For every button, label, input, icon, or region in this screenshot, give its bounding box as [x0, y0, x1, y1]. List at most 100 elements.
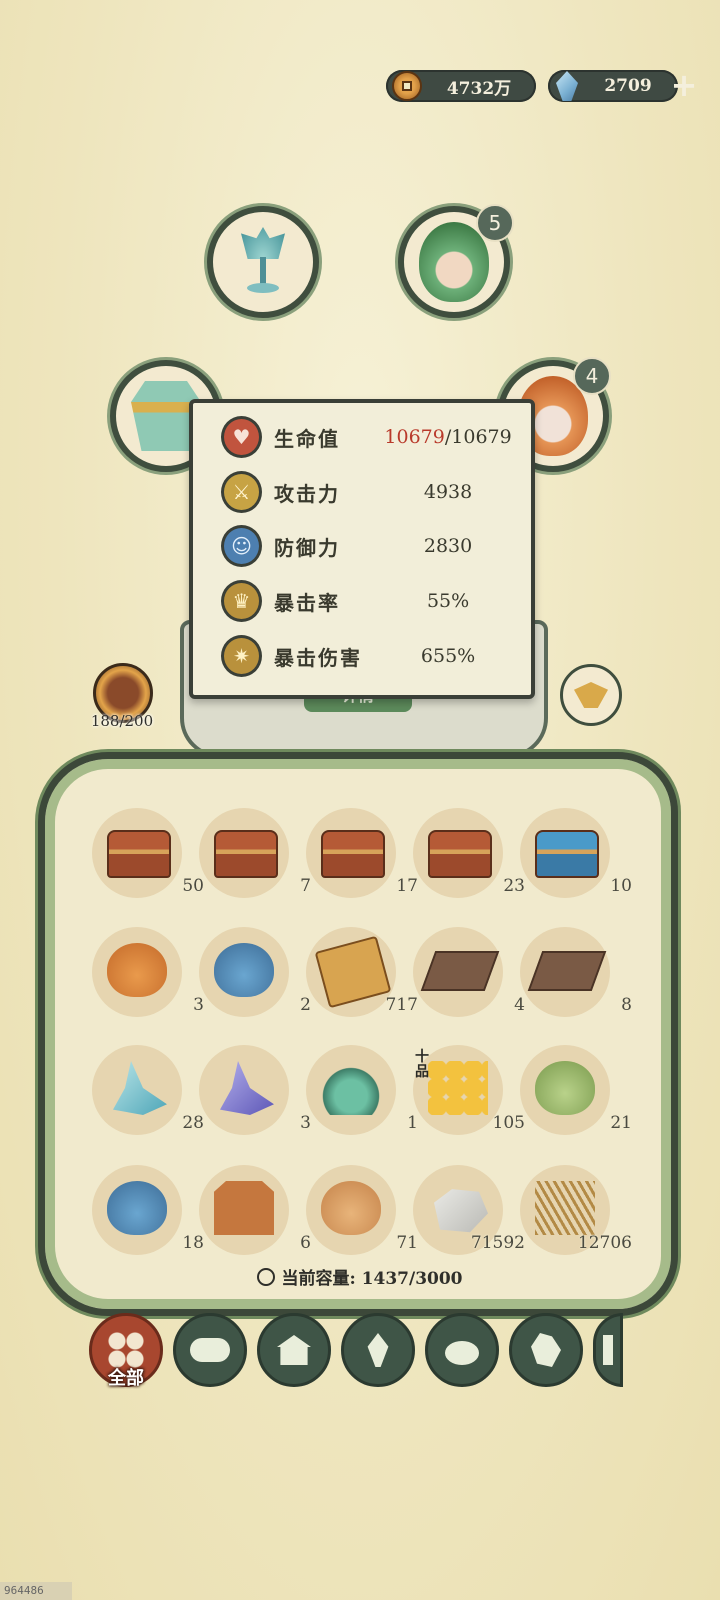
category-building-button[interactable] [257, 1313, 331, 1387]
wooden-tag-icon [214, 1181, 274, 1235]
heart-icon: ♥ [221, 416, 262, 458]
inventory-slot[interactable]: 717 [306, 927, 418, 1017]
inventory-slot[interactable]: 10 [520, 808, 632, 898]
stat-label: 防御力 [274, 535, 340, 560]
category-wood-button[interactable] [173, 1313, 247, 1387]
inventory-slot[interactable]: 71592 [413, 1165, 525, 1255]
inventory-slot[interactable]: 18 [92, 1165, 204, 1255]
golden-insect-icon [574, 682, 608, 708]
item-quantity: 717 [385, 995, 418, 1015]
inventory-slot[interactable]: 6 [199, 1165, 311, 1255]
inventory-slot[interactable]: 8 [520, 927, 632, 1017]
treasure-chest-icon [321, 830, 385, 878]
tan-pouch-icon [321, 1181, 381, 1235]
inventory-slot[interactable]: 2 [199, 927, 311, 1017]
inventory-slot[interactable]: 3 [92, 927, 204, 1017]
grade-tag: 十品 [415, 1049, 429, 1080]
item-quantity: 17 [396, 876, 418, 896]
category-map-button[interactable] [509, 1313, 583, 1387]
inventory-slot[interactable]: 12706 [520, 1165, 632, 1255]
log-icon [190, 1338, 230, 1362]
stat-label: 暴击率 [274, 590, 340, 615]
treasure-chest-icon [428, 830, 492, 878]
fire-spirit-count-badge: 4 [573, 357, 611, 395]
treasure-chest-icon [107, 830, 171, 878]
house-icon [277, 1335, 311, 1365]
item-quantity: 12706 [577, 1233, 632, 1253]
clover-icon [108, 1332, 144, 1368]
stone-icon [434, 1189, 488, 1233]
spoon-board-icon [420, 951, 500, 991]
category-all-label: 全部 [108, 1368, 144, 1389]
lotus-lamp-icon [241, 227, 285, 297]
stat-value: 4938 [423, 481, 473, 503]
item-quantity: 28 [182, 1113, 204, 1133]
item-quantity: 71 [396, 1233, 418, 1253]
capacity-icon [257, 1268, 276, 1286]
stat-value: 55% [426, 590, 470, 612]
category-plant-button[interactable] [341, 1313, 415, 1387]
crown-burst-icon: ♛ [221, 580, 262, 622]
capacity-label: 当前容量: [281, 1269, 356, 1289]
inventory-slot[interactable]: 28 [92, 1045, 204, 1135]
inventory-slot[interactable]: 3 [199, 1045, 311, 1135]
item-quantity: 3 [193, 995, 204, 1015]
hp-current: 10679 [384, 426, 445, 448]
cyan-fish-icon [113, 1061, 167, 1115]
capacity-indicator: 当前容量: 1437/3000 [200, 1264, 520, 1289]
spark-burst-icon: ✷ [221, 635, 262, 677]
treasure-chest-icon [214, 830, 278, 878]
spoon-board-icon [527, 951, 607, 991]
inventory-slot[interactable]: 23 [413, 808, 525, 898]
copper-coin-icon [392, 71, 422, 101]
capacity-value: 1437/3000 [361, 1269, 463, 1289]
stat-row-attack: ⚔ 攻击力 4938 [221, 469, 521, 515]
rice-bowl-icon [445, 1341, 479, 1365]
golden-grapes-icon [428, 1061, 488, 1115]
gem-counter: 2709 [548, 70, 678, 102]
item-quantity: 50 [182, 876, 204, 896]
add-gems-button[interactable]: + [666, 68, 702, 104]
inventory-slot[interactable]: 71 [306, 1165, 418, 1255]
inventory-slot[interactable]: 1 [306, 1045, 418, 1135]
green-pouch-icon [535, 1061, 595, 1115]
item-quantity: 18 [182, 1233, 204, 1253]
stat-value: 655% [420, 645, 476, 667]
blue-chest-icon [535, 830, 599, 878]
potion-flask-icon [321, 1061, 381, 1115]
insect-slot[interactable] [560, 664, 622, 726]
green-spirit-portrait-icon [419, 222, 489, 302]
scroll-tab-icon [603, 1335, 613, 1365]
coin-amount: 4732万 [446, 78, 512, 99]
stat-row-crit-damage: ✷ 暴击伤害 655% [221, 633, 521, 679]
person-shield-icon: ☺ [221, 525, 262, 567]
inventory-slot[interactable]: 7 [199, 808, 311, 898]
item-quantity: 3 [300, 1113, 311, 1133]
stat-label: 攻击力 [274, 481, 340, 506]
item-quantity: 4 [514, 995, 525, 1015]
green-spirit-count-badge: 5 [476, 204, 514, 242]
lotus-lamp-slot[interactable] [207, 206, 319, 318]
orange-pouch-icon [107, 943, 167, 997]
item-quantity: 21 [610, 1113, 632, 1133]
stat-row-hp: ♥ 生命值 10679/10679 [221, 414, 521, 460]
stat-value: 10679/10679 [375, 426, 521, 448]
level-progress: 188/200 [90, 712, 154, 730]
hp-max: /10679 [444, 426, 512, 448]
gem-amount: 2709 [604, 76, 652, 96]
straw-bundle-icon [535, 1181, 595, 1235]
coin-counter: 4732万 [386, 70, 536, 102]
item-quantity: 71592 [470, 1233, 525, 1253]
item-quantity: 6 [300, 1233, 311, 1253]
inventory-slot[interactable]: 4 [413, 927, 525, 1017]
item-quantity: 7 [300, 876, 311, 896]
stat-row-defense: ☺ 防御力 2830 [221, 523, 521, 569]
inventory-slot[interactable]: 21 [520, 1045, 632, 1135]
category-food-button[interactable] [425, 1313, 499, 1387]
item-quantity: 23 [503, 876, 525, 896]
blue-pouch-icon [107, 1181, 167, 1235]
screenshot-id: 964486 [0, 1582, 72, 1600]
inventory-slot[interactable]: 50 [92, 808, 204, 898]
inventory-slot[interactable]: 17 [306, 808, 418, 898]
item-quantity: 2 [300, 995, 311, 1015]
